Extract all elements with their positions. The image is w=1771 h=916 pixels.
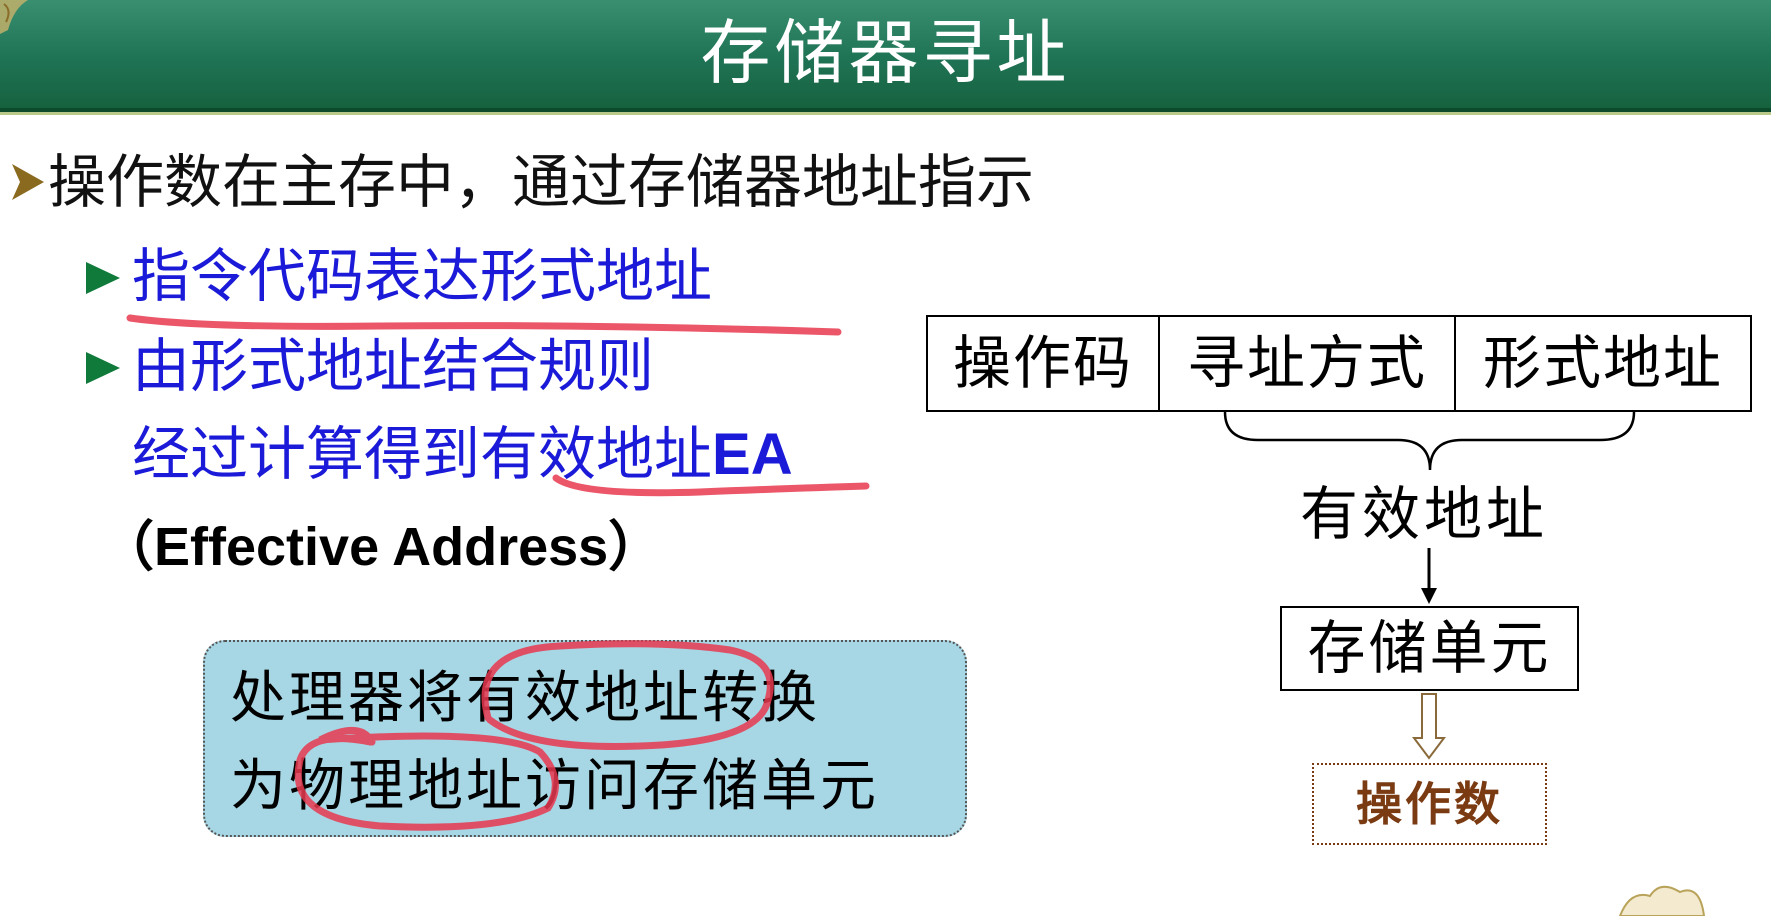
red-underline-annotation [126,314,842,336]
curly-brace [1223,411,1636,471]
hollow-down-arrow-icon [1412,693,1446,760]
red-circle-annotation [294,727,559,831]
red-circle-annotation [481,640,774,750]
down-arrow [1421,548,1437,604]
cloud-ornament-icon [1618,885,1706,916]
red-underline-annotation [552,474,870,497]
